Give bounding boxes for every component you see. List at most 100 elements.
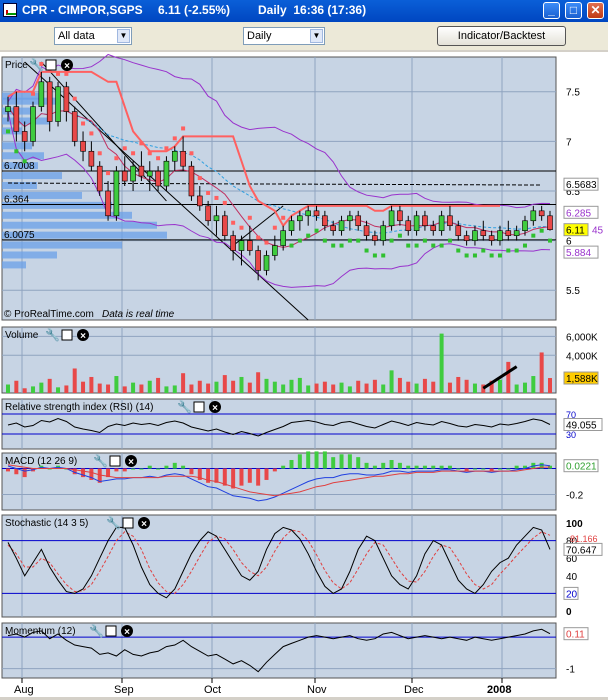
candle xyxy=(255,250,261,271)
candle xyxy=(422,215,428,227)
indicator-backtest-button[interactable]: Indicator/Backtest xyxy=(437,26,566,46)
sar-dot xyxy=(497,253,502,258)
x-tick-label: Sep xyxy=(114,684,134,696)
sar-dot xyxy=(397,233,402,238)
title-price: 6.11 (-2.55%) xyxy=(158,3,231,17)
candle xyxy=(21,131,28,142)
candle xyxy=(272,245,278,256)
sar-dot xyxy=(289,243,294,248)
sar-dot xyxy=(164,146,169,151)
window-icon[interactable] xyxy=(105,625,117,637)
candle xyxy=(455,225,462,236)
volume-bar xyxy=(189,384,194,393)
volume-profile-bar xyxy=(2,172,62,180)
macd-histogram-bar xyxy=(431,465,436,469)
candle xyxy=(230,235,236,251)
volume-bar xyxy=(531,376,536,393)
candle xyxy=(180,150,186,167)
macd-histogram-bar xyxy=(147,465,152,469)
close-icon-glyph: × xyxy=(124,627,130,638)
candle xyxy=(30,106,36,142)
sar-dot xyxy=(464,253,469,258)
sar-dot xyxy=(264,240,269,245)
sar-dot xyxy=(414,243,419,248)
sar-dot xyxy=(531,233,536,238)
wrench-icon[interactable]: 🔧 xyxy=(29,57,44,72)
sar-dot xyxy=(472,253,477,258)
candle xyxy=(171,150,178,162)
volume-bar xyxy=(106,384,111,393)
sar-dot xyxy=(522,243,527,248)
volume-bar xyxy=(197,380,202,393)
volume-bar xyxy=(147,380,152,393)
candle xyxy=(463,235,470,241)
wrench-icon[interactable]: 🔧 xyxy=(93,453,108,468)
macd-histogram-bar xyxy=(514,465,519,469)
macd-histogram-bar xyxy=(239,468,244,486)
candle xyxy=(355,215,362,227)
sar-dot xyxy=(6,129,10,134)
volume-bar xyxy=(406,381,411,393)
sar-dot xyxy=(439,243,444,248)
candle xyxy=(413,215,420,231)
candle xyxy=(322,215,328,227)
wrench-icon[interactable]: 🔧 xyxy=(89,623,104,638)
macd-histogram-bar xyxy=(156,468,161,470)
y-tick-label: 7.5 xyxy=(566,88,580,99)
volume-bar xyxy=(372,379,377,393)
volume-bar xyxy=(514,384,519,393)
candle xyxy=(222,215,228,236)
window-icon[interactable] xyxy=(61,329,73,341)
last-value-label: 0.0221 xyxy=(566,462,597,473)
maximize-button[interactable]: □ xyxy=(565,2,582,19)
sar-dot xyxy=(372,253,377,258)
window-icon[interactable] xyxy=(45,59,57,71)
volume-bar xyxy=(381,384,386,393)
macd-histogram-bar xyxy=(6,468,10,472)
wrench-icon[interactable]: 🔧 xyxy=(106,515,121,530)
sar-dot xyxy=(181,126,186,131)
candle xyxy=(213,215,220,222)
minimize-button[interactable]: _ xyxy=(543,2,560,19)
sar-dot xyxy=(389,238,394,243)
candle xyxy=(263,255,270,271)
macd-histogram-bar xyxy=(406,465,411,469)
window-icon[interactable] xyxy=(109,455,121,467)
sar-dot xyxy=(381,253,386,258)
volume-bar xyxy=(389,370,394,393)
macd-histogram-bar xyxy=(506,468,511,470)
sar-dot xyxy=(114,156,119,161)
close-icon-glyph: × xyxy=(80,331,86,342)
close-button[interactable]: ✕ xyxy=(587,2,604,19)
volume-bar xyxy=(156,377,161,393)
panel-background xyxy=(1,56,557,321)
volume-bar xyxy=(272,381,277,393)
wrench-icon[interactable]: 🔧 xyxy=(177,399,192,414)
macd-histogram-bar xyxy=(347,454,352,469)
macd-histogram-bar xyxy=(397,462,402,469)
y-tick-label: 40 xyxy=(566,572,578,583)
close-icon-glyph: × xyxy=(128,457,134,468)
macd-histogram-bar xyxy=(122,468,127,472)
panel-title: Momentum (12) xyxy=(5,626,76,637)
volume-bar xyxy=(39,382,44,393)
macd-histogram-bar xyxy=(214,468,219,483)
period-select[interactable]: Daily ▼ xyxy=(243,27,325,45)
close-icon-glyph: × xyxy=(141,519,147,530)
horizontal-level-label: 6.7008 xyxy=(4,161,35,172)
candle xyxy=(380,225,387,241)
window-icon[interactable] xyxy=(122,517,134,529)
volume-bar xyxy=(314,383,319,393)
volume-bar xyxy=(181,373,186,393)
candle xyxy=(121,170,128,182)
window-icon[interactable] xyxy=(193,401,205,413)
candle xyxy=(338,220,345,231)
sar-dot xyxy=(189,151,194,156)
volume-bar xyxy=(539,352,544,393)
volume-bar xyxy=(264,378,269,393)
wrench-icon[interactable]: 🔧 xyxy=(45,327,60,342)
sar-dot xyxy=(22,159,27,164)
data-range-select[interactable]: All data ▼ xyxy=(54,27,132,45)
candle xyxy=(71,111,78,142)
y-tick-label: 100 xyxy=(566,519,583,530)
